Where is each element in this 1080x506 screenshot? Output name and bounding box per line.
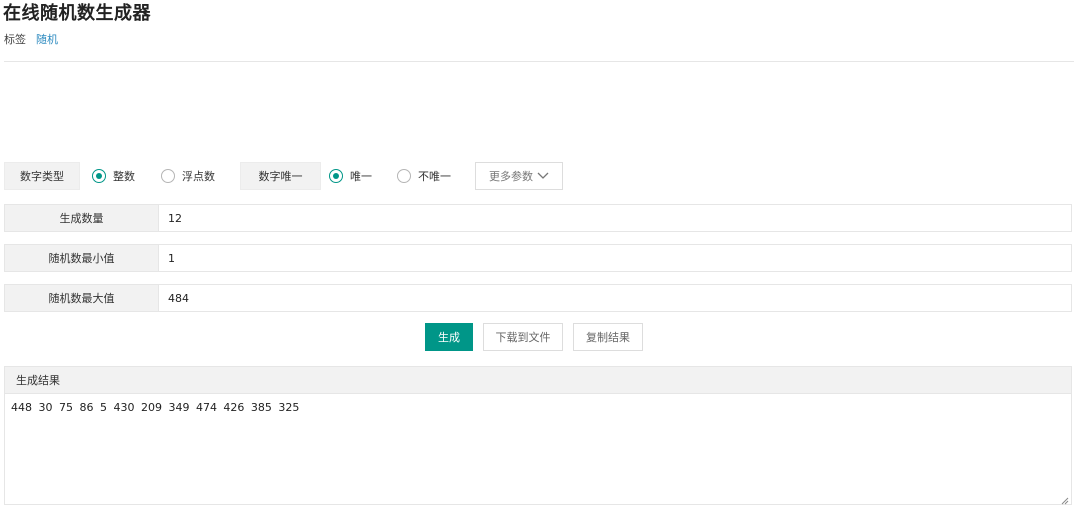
- radio-unchecked-icon: [161, 169, 175, 183]
- max-label: 随机数最大值: [5, 285, 159, 311]
- number-unique-label: 数字唯一: [240, 162, 321, 190]
- page-title: 在线随机数生成器: [3, 3, 151, 24]
- count-label: 生成数量: [5, 205, 159, 231]
- radio-float[interactable]: 浮点数: [161, 162, 215, 190]
- radio-checked-icon: [329, 169, 343, 183]
- radio-not-unique[interactable]: 不唯一: [397, 162, 451, 190]
- count-input[interactable]: 12: [159, 205, 1071, 231]
- result-title: 生成结果: [5, 367, 1071, 394]
- radio-unique-label: 唯一: [350, 170, 372, 183]
- radio-unchecked-icon: [397, 169, 411, 183]
- radio-checked-icon: [92, 169, 106, 183]
- copy-result-button[interactable]: 复制结果: [573, 323, 643, 351]
- radio-not-unique-label: 不唯一: [418, 170, 451, 183]
- radio-unique[interactable]: 唯一: [329, 162, 372, 190]
- generate-button[interactable]: 生成: [425, 323, 473, 351]
- radio-float-label: 浮点数: [182, 170, 215, 183]
- tag-link-random[interactable]: 随机: [36, 33, 58, 46]
- radio-integer[interactable]: 整数: [92, 162, 135, 190]
- max-field-row: 随机数最大值 484: [4, 284, 1072, 312]
- tags-label: 标签: [4, 33, 26, 46]
- min-label: 随机数最小值: [5, 245, 159, 271]
- number-type-label: 数字类型: [4, 162, 80, 190]
- min-field-row: 随机数最小值 1: [4, 244, 1072, 272]
- download-button[interactable]: 下载到文件: [483, 323, 563, 351]
- more-params-label: 更多参数: [489, 170, 533, 183]
- radio-integer-label: 整数: [113, 170, 135, 183]
- min-input[interactable]: 1: [159, 245, 1071, 271]
- more-params-button[interactable]: 更多参数: [475, 162, 563, 190]
- result-panel: 生成结果 448 30 75 86 5 430 209 349 474 426 …: [4, 366, 1072, 505]
- count-field-row: 生成数量 12: [4, 204, 1072, 232]
- options-row: 数字类型 整数 浮点数 数字唯一 唯一 不唯一 更多参数: [4, 162, 604, 190]
- chevron-down-icon: [537, 170, 549, 183]
- tags-row: 标签 随机: [4, 33, 58, 47]
- header-divider: [4, 61, 1074, 62]
- result-textarea[interactable]: 448 30 75 86 5 430 209 349 474 426 385 3…: [5, 394, 1071, 422]
- max-input[interactable]: 484: [159, 285, 1071, 311]
- resize-handle-icon[interactable]: [1061, 494, 1069, 505]
